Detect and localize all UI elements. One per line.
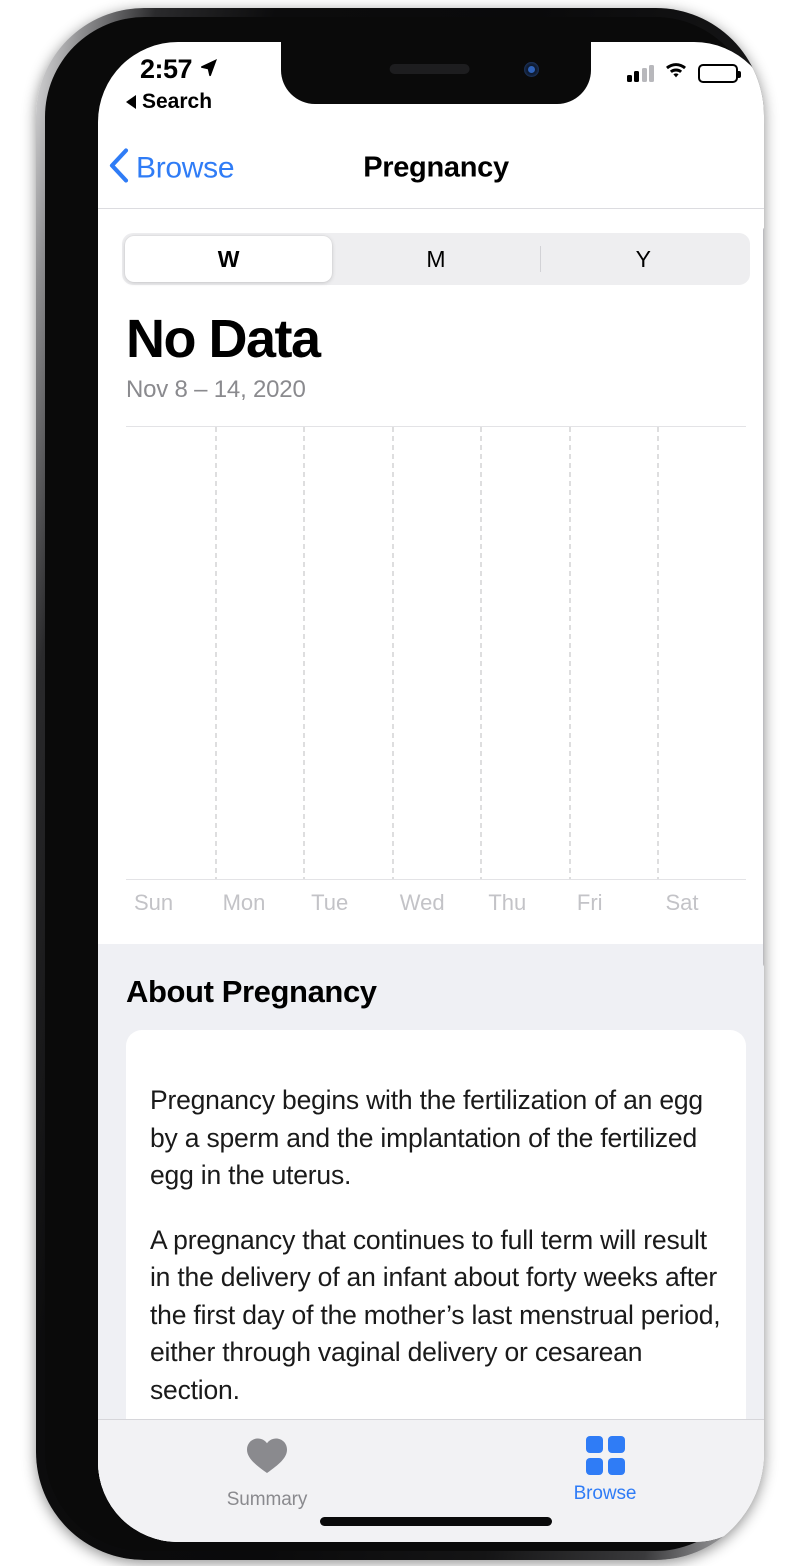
- stat-value: No Data: [126, 309, 321, 369]
- segmented-control-container: W M Y: [98, 209, 764, 285]
- phone-device-frame: 2:57 Search Browse Pregnancy W M Y No Da…: [36, 8, 764, 1560]
- chevron-left-icon: [108, 148, 130, 189]
- vertical-scrollbar[interactable]: [763, 227, 764, 967]
- segment-year[interactable]: Y: [539, 236, 747, 282]
- about-card: Pregnancy begins with the fertilization …: [126, 1029, 746, 1467]
- status-time-group: 2:57: [140, 54, 219, 85]
- navigation-bar: Browse Pregnancy: [98, 128, 764, 209]
- chart-column-sun: [126, 427, 215, 879]
- chart-column-tue: [303, 426, 392, 879]
- back-button[interactable]: Browse: [108, 148, 235, 189]
- device-notch: [281, 42, 591, 104]
- about-section-title: About Pregnancy: [126, 973, 377, 1009]
- chart-label-thu: Thu: [488, 889, 527, 915]
- weekly-chart[interactable]: [126, 425, 746, 880]
- chart-label-mon: Mon: [222, 889, 266, 915]
- chart-column-mon: [214, 426, 304, 879]
- earpiece-speaker: [389, 64, 470, 74]
- front-camera-icon: [524, 62, 539, 77]
- chart-column-fri: [568, 426, 658, 879]
- location-arrow-icon: [199, 57, 219, 82]
- chart-label-wed: Wed: [399, 889, 445, 915]
- home-indicator[interactable]: [320, 1517, 552, 1526]
- grid-squares-icon: [585, 1436, 625, 1475]
- segment-month[interactable]: M: [332, 236, 539, 282]
- page-title: Pregnancy: [363, 151, 509, 184]
- chart-column-wed: [391, 426, 481, 879]
- triangle-left-icon: [126, 95, 136, 109]
- back-button-label: Browse: [136, 151, 235, 184]
- scroll-content: W M Y No Data Nov 8 – 14, 2020 Sun Mon T…: [98, 209, 764, 1542]
- phone-screen: 2:57 Search Browse Pregnancy W M Y No Da…: [98, 42, 764, 1542]
- time-range-segmented-control[interactable]: W M Y: [122, 233, 750, 285]
- cellular-signal-icon: [626, 65, 654, 82]
- status-indicators: [626, 62, 741, 85]
- chart-column-sat: [657, 426, 746, 879]
- about-paragraph-1: Pregnancy begins with the fertilization …: [150, 1085, 703, 1191]
- back-to-search-label: Search: [142, 90, 213, 113]
- back-to-search-breadcrumb[interactable]: Search: [126, 90, 212, 114]
- chart-label-sat: Sat: [665, 889, 699, 915]
- stat-date-range: Nov 8 – 14, 2020: [126, 375, 306, 403]
- chart-label-tue: Tue: [311, 889, 349, 915]
- tab-browse-label: Browse: [573, 1483, 637, 1504]
- chart-label-sun: Sun: [134, 889, 174, 915]
- chart-label-fri: Fri: [576, 889, 603, 915]
- battery-full-icon: [698, 64, 741, 83]
- heart-icon: [245, 1436, 289, 1481]
- wifi-icon: [664, 62, 688, 85]
- chart-axis-labels: Sun Mon Tue Wed Thu Fri Sat: [126, 880, 746, 916]
- status-time: 2:57: [140, 54, 193, 84]
- segment-week[interactable]: W: [125, 236, 333, 282]
- tab-summary-label: Summary: [226, 1489, 308, 1510]
- about-paragraph-2: A pregnancy that continues to full term …: [150, 1224, 721, 1406]
- chart-column-thu: [480, 426, 569, 879]
- statistic-block: No Data Nov 8 – 14, 2020: [98, 285, 764, 404]
